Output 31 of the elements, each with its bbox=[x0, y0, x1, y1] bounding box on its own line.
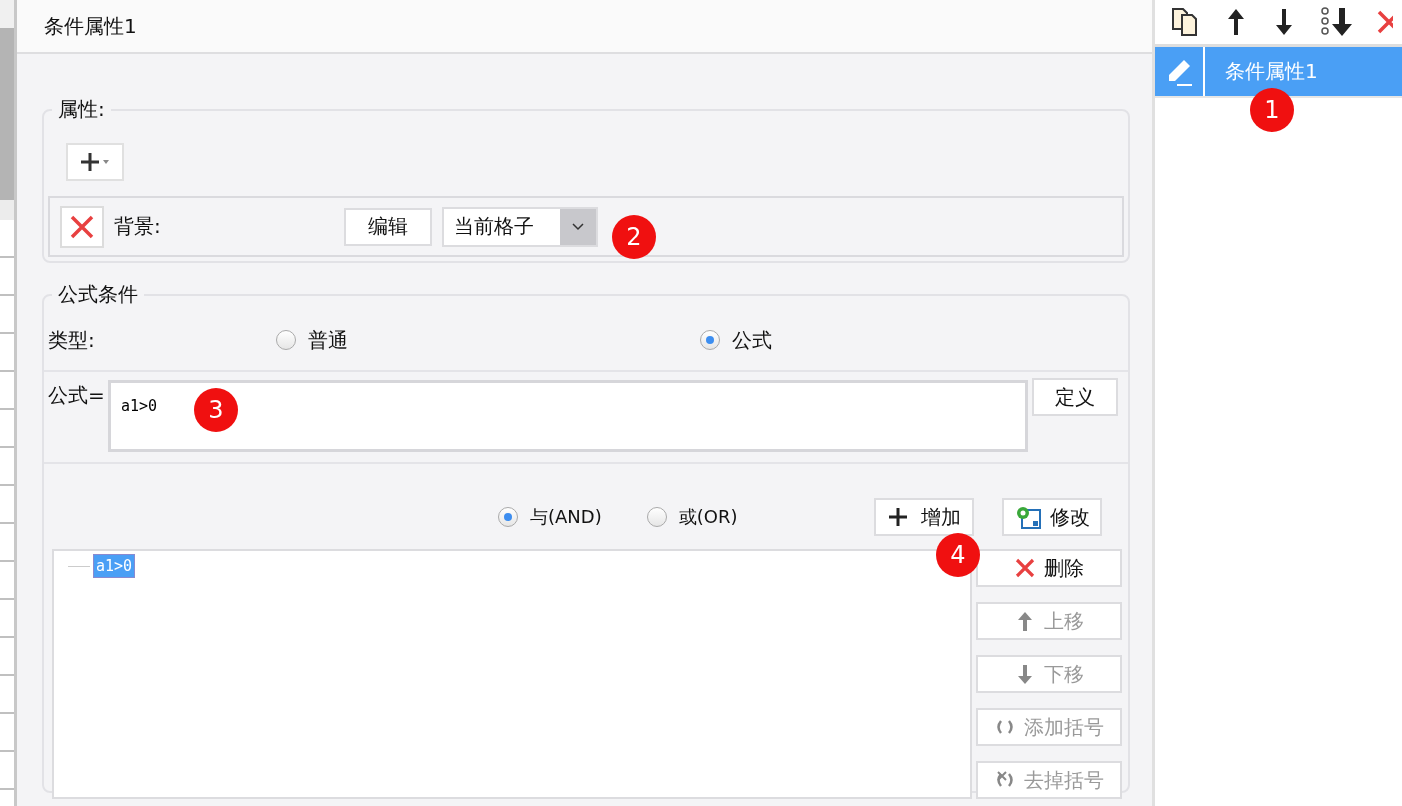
field-label: 公式= bbox=[48, 382, 106, 409]
scope-dropdown[interactable]: 当前格子 bbox=[442, 206, 598, 247]
property-label: 背景: bbox=[114, 213, 162, 240]
copy-icon[interactable] bbox=[1171, 7, 1199, 37]
radio-option[interactable]: 公式 bbox=[699, 326, 1124, 354]
radio-option[interactable]: 或(OR) bbox=[646, 505, 738, 529]
down-arrow-icon[interactable] bbox=[1273, 7, 1295, 37]
close-icon[interactable] bbox=[1377, 9, 1393, 35]
radio-option[interactable]: 普通 bbox=[275, 326, 700, 354]
modify-button[interactable]: 修改 bbox=[1002, 498, 1103, 536]
field-label: 类型: bbox=[48, 326, 96, 354]
plus-icon bbox=[80, 152, 110, 172]
group-title: 公式条件 bbox=[57, 281, 139, 308]
remove-button[interactable] bbox=[60, 205, 104, 248]
group-title: 属性: bbox=[57, 96, 106, 123]
dropdown-toggle[interactable] bbox=[560, 208, 596, 245]
plus-icon bbox=[887, 506, 910, 528]
panel-title: 条件属性1 bbox=[44, 12, 137, 40]
side-button[interactable]: 删除 bbox=[976, 549, 1122, 587]
add-property-button[interactable] bbox=[66, 143, 124, 181]
define-button[interactable]: 定义 bbox=[1032, 378, 1118, 416]
caret-icon bbox=[572, 222, 584, 231]
close-icon bbox=[69, 213, 95, 240]
radio-option[interactable]: 与(AND) bbox=[498, 505, 602, 529]
edit-button[interactable]: 编辑 bbox=[344, 207, 432, 246]
up-arrow-icon[interactable] bbox=[1225, 7, 1247, 37]
dropdown-value: 当前格子 bbox=[453, 213, 535, 240]
add-button[interactable]: 增加 bbox=[874, 498, 975, 536]
close-icon bbox=[1014, 557, 1036, 579]
tree-connector bbox=[68, 565, 90, 567]
move-bottom-icon[interactable] bbox=[1321, 7, 1355, 37]
